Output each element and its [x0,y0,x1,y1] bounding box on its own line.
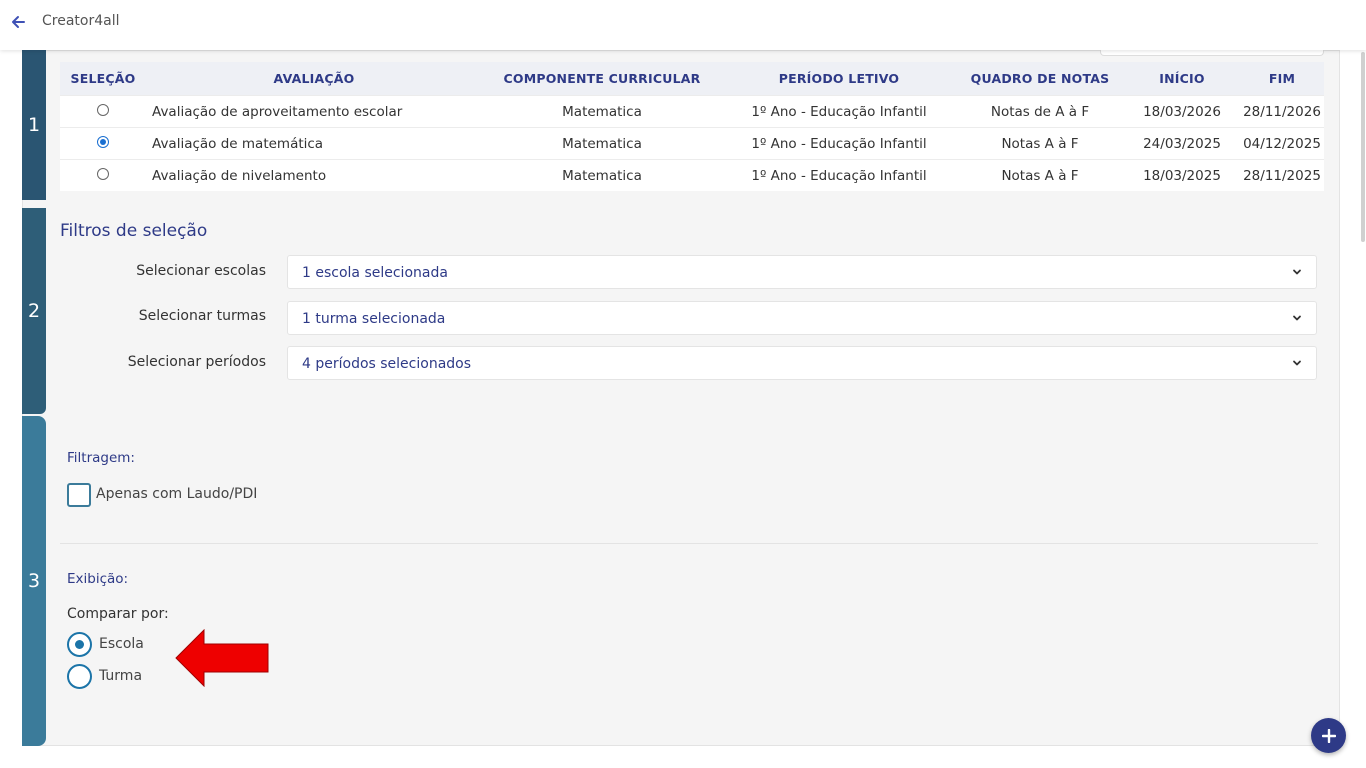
step-indicator-2: 2 [22,208,46,414]
cell-fim: 28/11/2025 [1243,167,1321,184]
chevron-down-icon [1293,269,1301,275]
chevron-down-icon [1293,360,1301,366]
compare-by-label: Comparar por: [67,606,169,622]
column-header-inicio: INÍCIO [1159,71,1205,86]
cell-avaliacao: Avaliação de matemática [152,135,324,152]
cell-quadro: Notas A à F [1001,167,1079,184]
column-header-quadro: QUADRO DE NOTAS [970,71,1110,86]
cell-componente: Matematica [562,135,642,152]
table-row[interactable]: Avaliação de aproveitamento escolar Mate… [60,95,1324,127]
column-header-selecao: SELEÇÃO [70,71,136,86]
scrollbar-thumb[interactable] [1361,52,1365,242]
assessment-table: SELEÇÃO AVALIAÇÃO COMPONENTE CURRICULAR … [60,62,1324,191]
row-select-radio[interactable] [97,103,109,116]
step-number: 1 [27,114,41,136]
classes-select[interactable]: 1 turma selecionada [287,301,1317,335]
cell-periodo: 1º Ano - Educação Infantil [751,103,927,120]
top-bar: Creator4all [0,0,1366,50]
row-select-radio[interactable] [97,167,109,180]
filtragem-title: Filtragem: [67,450,135,466]
row-select-radio[interactable] [97,135,109,148]
classes-label: Selecionar turmas [138,308,266,324]
column-header-fim: FIM [1268,71,1296,86]
cell-componente: Matematica [562,167,642,184]
step-indicator-3: 3 [22,416,46,746]
column-header-periodo: PERÍODO LETIVO [778,71,900,86]
table-header: SELEÇÃO AVALIAÇÃO COMPONENTE CURRICULAR … [60,62,1324,95]
compare-escola-label[interactable]: Escola [99,636,144,652]
annotation-arrow-icon [175,629,269,687]
cell-avaliacao: Avaliação de nivelamento [152,167,327,184]
divider [60,543,1318,544]
cell-inicio: 18/03/2025 [1143,167,1221,184]
schools-label: Selecionar escolas [136,263,266,279]
periods-select[interactable]: 4 períodos selecionados [287,346,1317,380]
cell-fim: 28/11/2026 [1243,103,1321,120]
step-indicator-1: 1 [22,50,46,200]
cell-periodo: 1º Ano - Educação Infantil [751,135,927,152]
laudo-pdi-checkbox[interactable] [67,483,91,507]
cell-inicio: 18/03/2026 [1143,103,1221,120]
cell-avaliacao: Avaliação de aproveitamento escolar [152,103,403,120]
chevron-down-icon [1293,315,1301,321]
add-button[interactable] [1311,718,1346,753]
cell-periodo: 1º Ano - Educação Infantil [751,167,927,184]
compare-turma-label[interactable]: Turma [99,668,142,684]
search-input-partial[interactable] [1100,50,1324,56]
cell-quadro: Notas A à F [1001,135,1079,152]
app-title: Creator4all [42,13,120,29]
periods-label: Selecionar períodos [127,354,266,370]
cell-quadro: Notas de A à F [990,103,1090,120]
table-row[interactable]: Avaliação de matemática Matematica 1º An… [60,127,1324,159]
cell-inicio: 24/03/2025 [1143,135,1221,152]
periods-select-value: 4 períodos selecionados [302,356,472,372]
filters-title: Filtros de seleção [60,221,208,241]
exibicao-title: Exibição: [67,571,129,587]
step-number: 2 [27,300,41,322]
cell-componente: Matematica [562,103,642,120]
arrow-left-icon[interactable] [8,12,28,32]
laudo-pdi-label[interactable]: Apenas com Laudo/PDI [96,486,257,502]
classes-select-value: 1 turma selecionada [302,311,446,327]
plus-icon [1321,728,1336,743]
cell-fim: 04/12/2025 [1243,135,1321,152]
column-header-componente: COMPONENTE CURRICULAR [503,71,701,86]
schools-select[interactable]: 1 escola selecionada [287,255,1317,289]
schools-select-value: 1 escola selecionada [302,265,448,281]
compare-turma-radio[interactable] [67,664,92,689]
compare-escola-radio[interactable] [67,632,92,657]
column-header-avaliacao: AVALIAÇÃO [273,71,355,86]
step-number: 3 [27,570,41,592]
table-row[interactable]: Avaliação de nivelamento Matematica 1º A… [60,159,1324,191]
